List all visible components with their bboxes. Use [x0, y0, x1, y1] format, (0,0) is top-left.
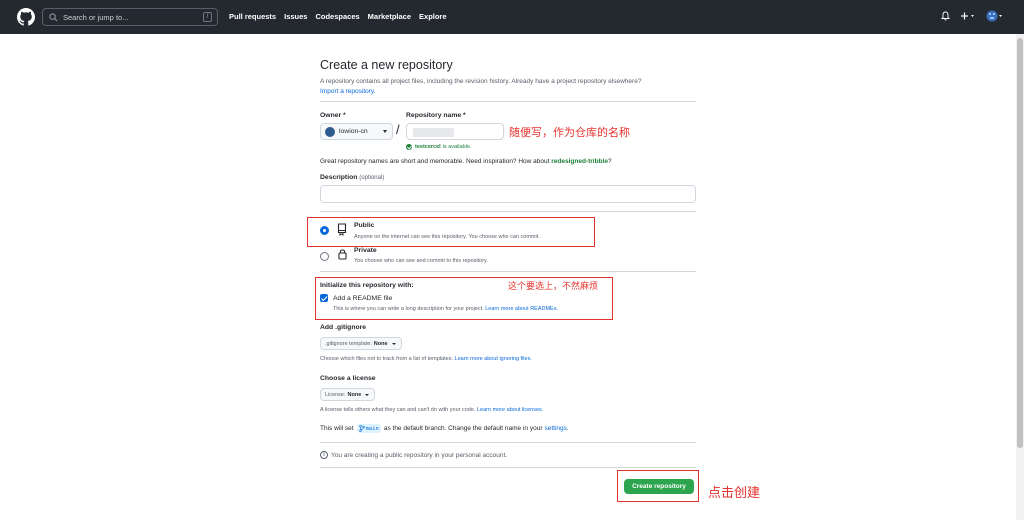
- repo-name-label: Repository name *: [406, 112, 466, 119]
- global-header: Search or jump to... / Pull requests Iss…: [0, 0, 1024, 34]
- public-radio[interactable]: [320, 226, 329, 235]
- available-text: is available.: [442, 144, 472, 150]
- search-icon: [49, 12, 58, 21]
- description-label: Description (optional): [320, 174, 384, 181]
- scrollbar-thumb[interactable]: [1017, 38, 1023, 448]
- readme-desc-text: This is where you can write a long descr…: [333, 306, 484, 312]
- create-repository-button[interactable]: Create repository: [624, 479, 694, 494]
- license-description: A license tells others what they can and…: [320, 407, 543, 413]
- bell-icon[interactable]: [941, 11, 950, 21]
- public-description: Anyone on the internet can see this repo…: [354, 234, 540, 240]
- gitignore-description: Choose which files not to track from a l…: [320, 356, 532, 362]
- private-description: You choose who can see and commit to thi…: [354, 258, 488, 264]
- repo-name-input[interactable]: [406, 123, 504, 140]
- branch-suffix: as the default branch. Change the defaul…: [383, 425, 543, 432]
- nav-pull-requests[interactable]: Pull requests: [229, 12, 276, 21]
- license-select-prefix: License:: [325, 391, 346, 398]
- git-branch-icon: [358, 425, 365, 432]
- chevron-down-icon: [365, 393, 370, 396]
- repo-availability: testcercel is available.: [406, 144, 471, 150]
- avatar: [325, 126, 335, 137]
- annotation-readme: 这个要选上，不然麻烦: [508, 282, 599, 292]
- page-header: Create a new repository A repository con…: [320, 58, 696, 97]
- search-shortcut-key: /: [203, 12, 212, 22]
- divider: [320, 442, 696, 443]
- readme-label: Add a README file: [333, 295, 393, 302]
- divider: [320, 211, 696, 212]
- license-label: Choose a license: [320, 375, 376, 382]
- import-repository-link[interactable]: Import a repository.: [320, 87, 696, 97]
- plus-dropdown-icon[interactable]: [960, 11, 976, 21]
- redacted-repo-name: [413, 128, 454, 137]
- branch-badge: main: [356, 424, 381, 433]
- annotation-create: 点击创建: [708, 486, 761, 501]
- private-radio[interactable]: [320, 252, 329, 261]
- license-learn-more-link[interactable]: Learn more about licenses.: [477, 407, 543, 413]
- divider: [320, 101, 696, 102]
- license-select-value: None: [347, 391, 362, 398]
- optional-hint: (optional): [359, 175, 385, 181]
- private-title: Private: [354, 247, 377, 254]
- readme-checkbox[interactable]: [320, 294, 328, 302]
- global-nav: Pull requests Issues Codespaces Marketpl…: [229, 12, 455, 21]
- public-title: Public: [354, 222, 375, 229]
- owner-value: lowion-cn: [339, 128, 368, 135]
- subtitle-text: A repository contains all project files,…: [320, 78, 642, 85]
- suggestion-suffix: ?: [607, 158, 612, 165]
- gitignore-desc-text: Choose which files not to track from a l…: [320, 356, 453, 362]
- available-name: testcercel: [415, 144, 441, 150]
- gitignore-select-prefix: .gitignore template:: [325, 340, 372, 347]
- gitignore-select[interactable]: .gitignore template: None: [320, 337, 402, 350]
- chevron-down-icon: [383, 130, 387, 133]
- name-suggestion: Great repository names are short and mem…: [320, 158, 612, 165]
- gitignore-label: Add .gitignore: [320, 324, 367, 331]
- branch-name: main: [365, 425, 379, 432]
- repo-icon: [337, 223, 347, 236]
- annotation-box-public: [307, 217, 595, 247]
- description-input[interactable]: [320, 185, 696, 203]
- gitignore-select-value: None: [373, 340, 388, 347]
- owner-label: Owner *: [320, 112, 346, 119]
- page-scrollbar[interactable]: [1016, 34, 1024, 520]
- page-title: Create a new repository: [320, 58, 453, 72]
- github-logo-icon[interactable]: [17, 8, 35, 26]
- branch-end: .: [566, 425, 569, 432]
- nav-explore[interactable]: Explore: [419, 12, 447, 21]
- public-repo-info: i You are creating a public repository i…: [320, 451, 507, 459]
- settings-link[interactable]: settings: [544, 425, 566, 432]
- info-text: You are creating a public repository in …: [331, 451, 508, 459]
- divider: [320, 271, 696, 272]
- nav-marketplace[interactable]: Marketplace: [368, 12, 411, 21]
- readme-description: This is where you can write a long descr…: [333, 306, 558, 312]
- suggested-name-link[interactable]: redesigned-tribble: [551, 158, 608, 165]
- default-branch-note: This will set main as the default branch…: [320, 424, 569, 433]
- suggestion-text: Great repository names are short and mem…: [320, 158, 552, 165]
- page-subtitle: A repository contains all project files,…: [320, 77, 696, 97]
- check-circle-icon: [406, 144, 412, 150]
- owner-repo-separator: /: [396, 122, 400, 137]
- info-icon: i: [320, 451, 328, 459]
- divider: [320, 467, 696, 468]
- description-label-text: Description: [320, 174, 358, 181]
- user-avatar-icon[interactable]: [986, 10, 1004, 22]
- owner-select[interactable]: lowion-cn: [320, 123, 393, 140]
- readme-learn-more-link[interactable]: Learn more about READMEs.: [485, 306, 558, 312]
- license-desc-text: A license tells others what they can and…: [320, 407, 476, 413]
- annotation-repo-name: 随便写，作为仓库的名称: [509, 126, 630, 139]
- lock-icon: [338, 249, 347, 260]
- branch-prefix: This will set: [320, 425, 354, 432]
- license-select[interactable]: License: None: [320, 388, 376, 401]
- gitignore-learn-more-link[interactable]: Learn more about ignoring files.: [455, 356, 532, 362]
- init-label: Initialize this repository with:: [320, 282, 414, 289]
- search-placeholder: Search or jump to...: [63, 12, 129, 22]
- chevron-down-icon: [391, 342, 396, 345]
- header-actions: [941, 10, 1004, 22]
- search-input[interactable]: Search or jump to... /: [42, 8, 218, 26]
- nav-codespaces[interactable]: Codespaces: [315, 12, 359, 21]
- nav-issues[interactable]: Issues: [284, 12, 307, 21]
